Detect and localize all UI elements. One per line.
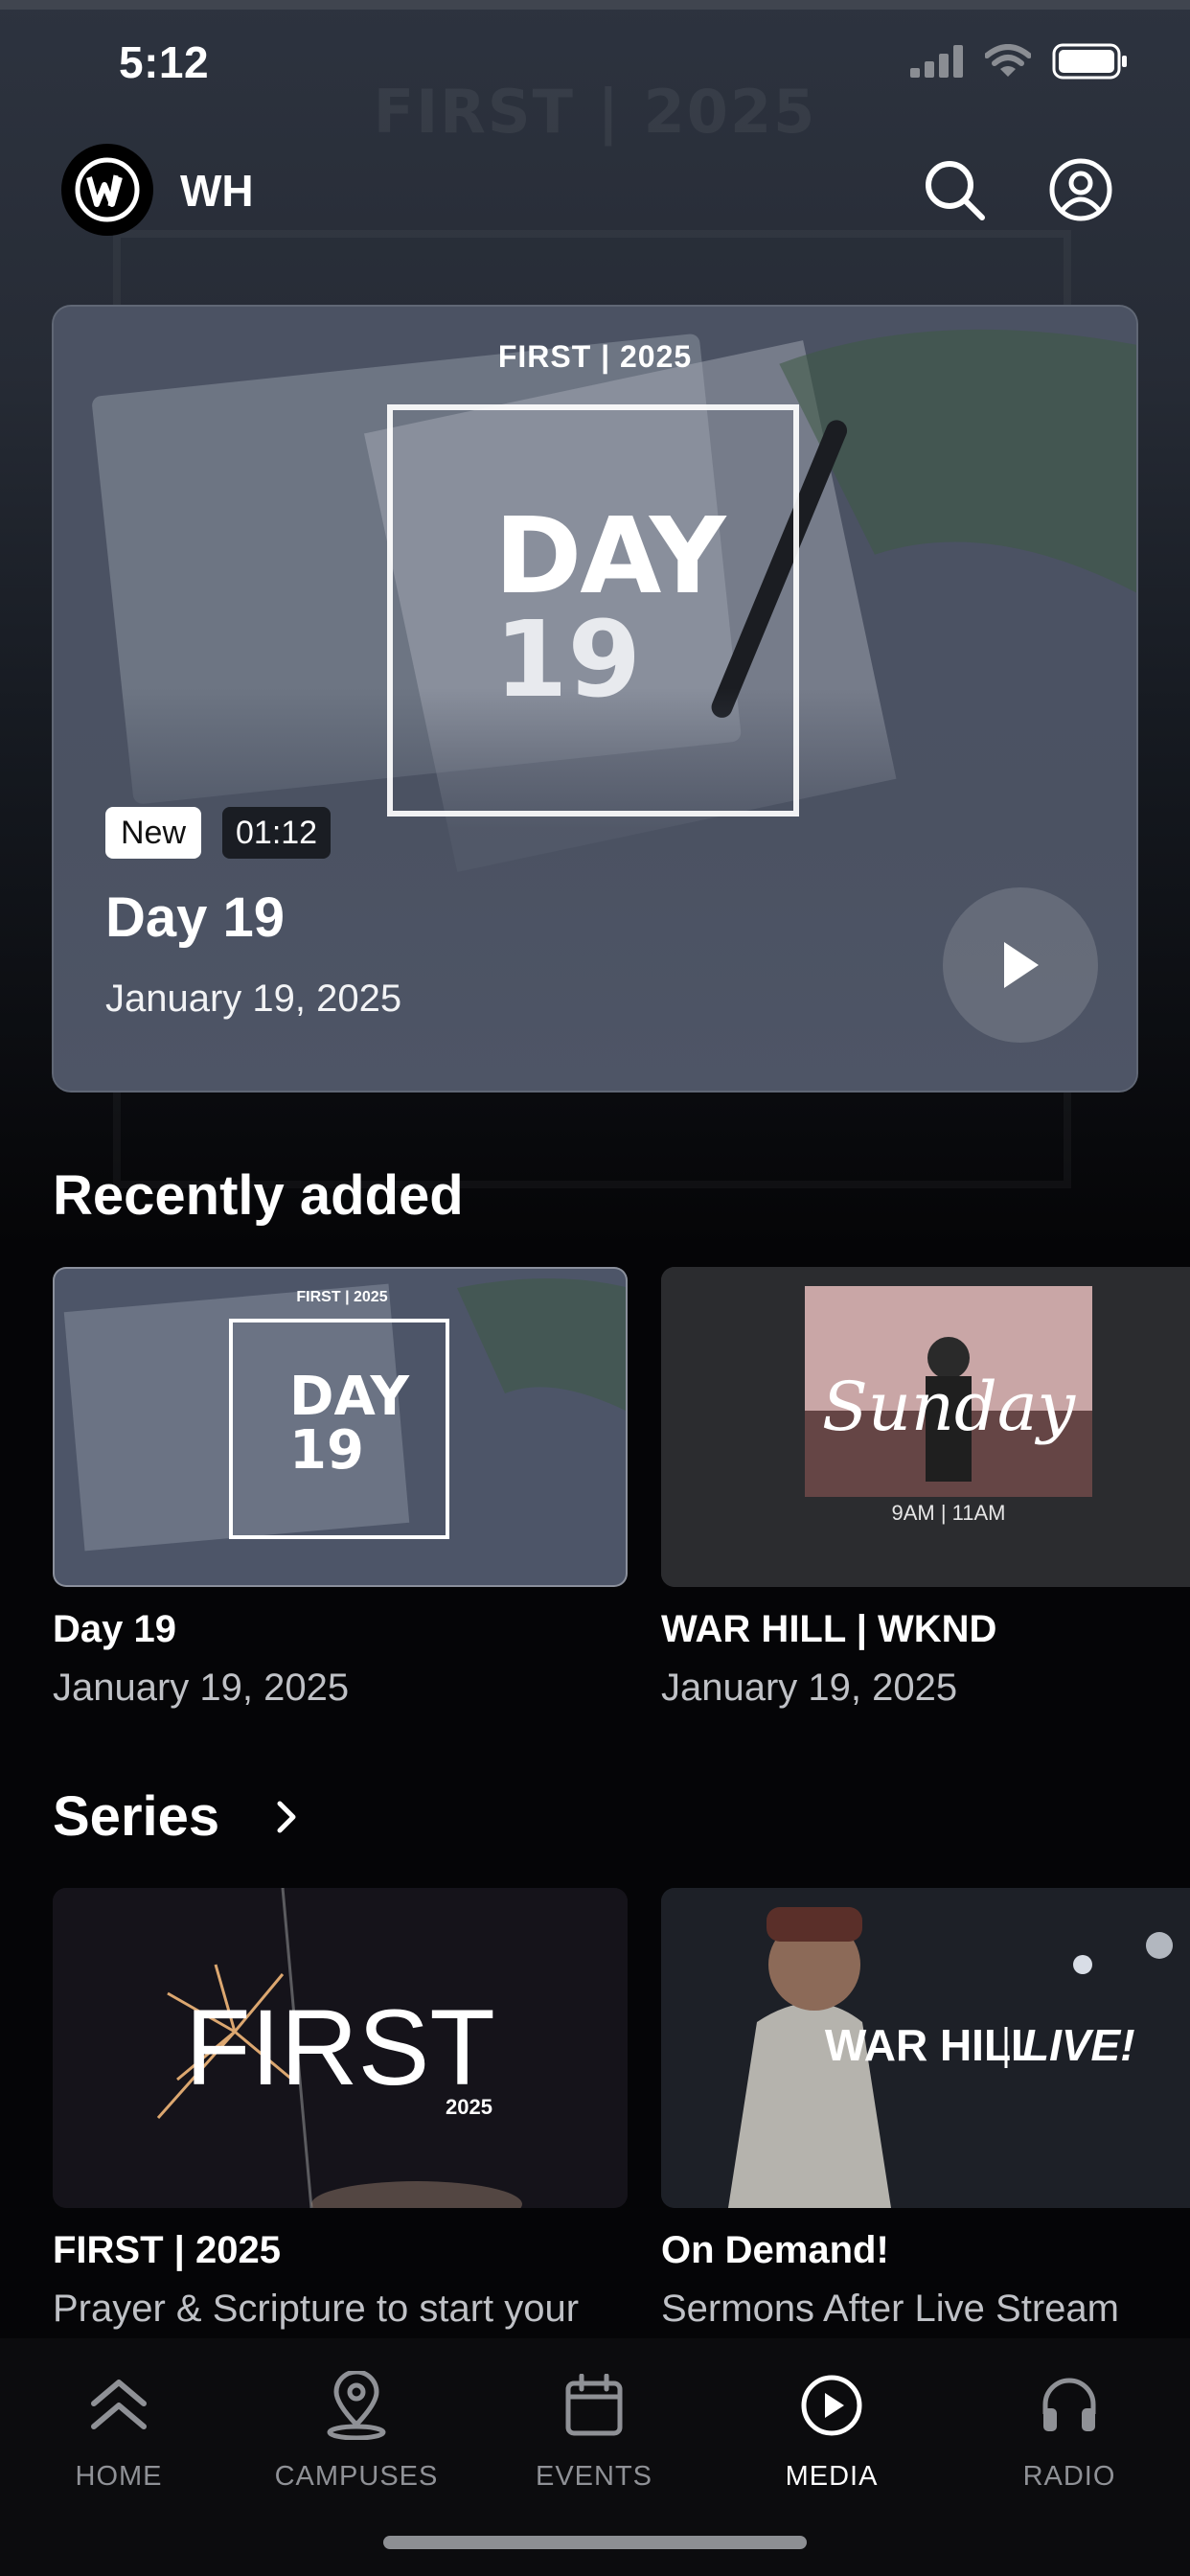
tab-campuses[interactable]: CAMPUSES: [238, 2358, 475, 2493]
hero-art-number: 19: [494, 598, 642, 721]
new-badge: New: [105, 807, 202, 859]
calendar-icon: [565, 2374, 623, 2436]
thumbnail-tagline: FIRST | 2025: [296, 1289, 387, 1305]
play-icon: [1004, 942, 1039, 988]
user-profile-icon: [1049, 158, 1112, 221]
status-icons: [910, 42, 1129, 80]
top-edge: [0, 0, 1190, 10]
hero-tagline: FIRST | 2025: [497, 339, 693, 374]
tab-label: CAMPUSES: [274, 2461, 439, 2492]
duration-badge: 01:12: [222, 807, 332, 859]
series-item-subtitle: Sermons After Live Stream: [661, 2288, 1119, 2330]
series-item-on-demand[interactable]: WAR HILL LIVE! On Demand! Sermons After …: [661, 1888, 1190, 2331]
hero-title: Day 19: [105, 886, 286, 949]
thumbnail-artwork: FIRST | 2025 DAY 19: [63, 1278, 626, 1552]
home-chevrons-icon: [91, 2380, 147, 2429]
tab-label: HOME: [75, 2461, 163, 2492]
wifi-icon: [985, 44, 1031, 77]
featured-media-card[interactable]: FIRST | 2025 DAY 19 New 01:12 Day 19 Jan…: [52, 305, 1138, 1092]
recent-item-date: January 19, 2025: [53, 1667, 350, 1709]
recent-item-day-19[interactable]: FIRST | 2025 DAY 19 Day 19 January 19, 2…: [53, 1267, 628, 1710]
recent-item-title: Day 19: [53, 1608, 176, 1650]
battery-icon: [1052, 43, 1127, 80]
thumbnail-word: Sunday: [822, 1368, 1077, 1446]
thumbnail-word: FIRST: [185, 1988, 495, 2107]
wh-logo-icon: [75, 157, 140, 222]
tab-label: RADIO: [1022, 2461, 1116, 2492]
thumbnail-artwork: FIRST 2025: [53, 1888, 628, 2208]
chevron-right-icon[interactable]: [272, 1798, 301, 1836]
tab-home[interactable]: HOME: [0, 2358, 238, 2493]
recently-added-heading: Recently added: [53, 1164, 464, 1227]
church-logo[interactable]: [61, 144, 153, 236]
play-circle-icon: [801, 2375, 862, 2436]
thumbnail-year: 2025: [446, 2095, 492, 2119]
series-item-first-2025[interactable]: FIRST 2025 FIRST | 2025 Prayer & Scriptu…: [53, 1888, 628, 2331]
search-button[interactable]: [914, 150, 995, 230]
search-icon: [926, 161, 985, 220]
thumbnail-artwork: WAR HILL LIVE!: [661, 1888, 1190, 2208]
recent-thumbnail: FIRST | 2025 DAY 19: [53, 1267, 628, 1587]
hero-art-word: DAY: [494, 494, 726, 617]
series-thumbnail: FIRST 2025: [53, 1888, 628, 2208]
thumbnail-times: 9AM | 11AM: [891, 1501, 1005, 1525]
recent-item-title: WAR HILL | WKND: [661, 1608, 997, 1650]
tab-radio[interactable]: RADIO: [950, 2358, 1188, 2493]
cellular-signal-icon: [910, 45, 963, 78]
series-thumbnail: WAR HILL LIVE!: [661, 1888, 1190, 2208]
brand-name: WH: [180, 166, 254, 216]
headphones-icon: [1042, 2378, 1096, 2431]
thumbnail-artwork: Sunday 9AM | 11AM: [661, 1267, 1190, 1587]
profile-button[interactable]: [1041, 150, 1121, 230]
series-item-title: FIRST | 2025: [53, 2229, 281, 2271]
map-pin-icon: [327, 2371, 386, 2440]
tab-media[interactable]: MEDIA: [713, 2358, 950, 2493]
hero-date: January 19, 2025: [105, 978, 402, 1020]
thumbnail-number: 19: [289, 1419, 364, 1482]
home-indicator[interactable]: [383, 2536, 807, 2549]
tab-label: MEDIA: [785, 2461, 879, 2492]
recent-item-war-hill-wknd[interactable]: Sunday 9AM | 11AM WAR HILL | WKND Januar…: [661, 1267, 1190, 1710]
tab-label: EVENTS: [535, 2461, 653, 2492]
recent-item-date: January 19, 2025: [661, 1667, 958, 1709]
tab-events[interactable]: EVENTS: [475, 2358, 713, 2493]
thumbnail-right-text: LIVE!: [1022, 2020, 1135, 2070]
series-heading[interactable]: Series: [53, 1784, 219, 1849]
status-time: 5:12: [119, 37, 210, 87]
recent-thumbnail: Sunday 9AM | 11AM: [661, 1267, 1190, 1587]
series-item-title: On Demand!: [661, 2229, 889, 2271]
play-button[interactable]: [943, 887, 1098, 1043]
series-item-subtitle: Prayer & Scripture to start your: [53, 2288, 580, 2330]
